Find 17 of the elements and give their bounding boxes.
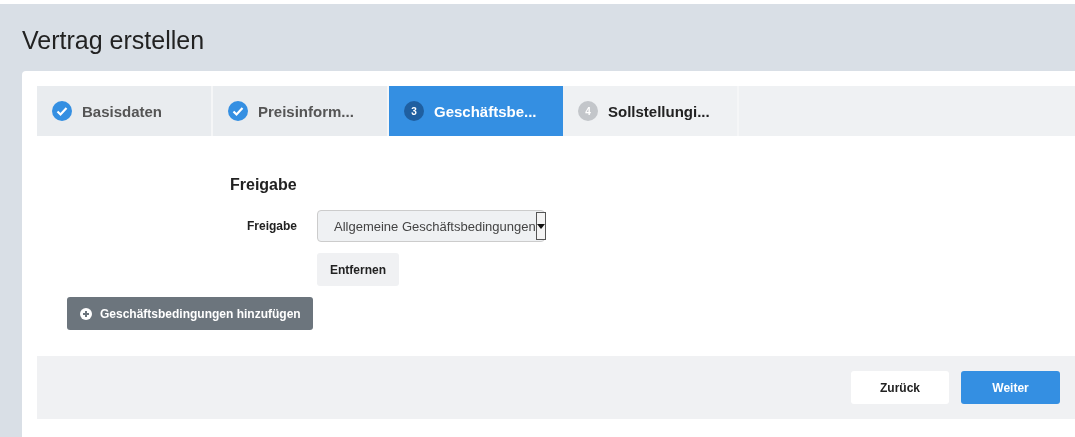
page-title: Vertrag erstellen <box>22 26 205 55</box>
caret-icon <box>536 223 545 229</box>
back-button[interactable]: Zurück <box>851 371 949 404</box>
step-number-icon: 3 <box>404 101 424 121</box>
remove-button[interactable]: Entfernen <box>317 253 399 286</box>
step-tab[interactable]: Preisinform... <box>213 86 389 136</box>
add-terms-button[interactable]: Geschäftsbedingungen hinzufügen <box>67 297 313 330</box>
check-icon <box>228 101 248 121</box>
section-heading: Freigabe <box>230 176 297 194</box>
plus-circle-icon <box>80 307 92 320</box>
next-button[interactable]: Weiter <box>961 371 1060 404</box>
terms-select[interactable]: Allgemeine Geschäftsbedingungen <box>317 210 545 242</box>
step-number-icon: 4 <box>578 101 598 121</box>
step-tab[interactable]: Basisdaten <box>37 86 213 136</box>
field-label: Freigabe <box>246 219 297 233</box>
check-icon <box>52 101 72 121</box>
step-tab[interactable]: 3 Geschäftsbe... <box>389 86 563 136</box>
